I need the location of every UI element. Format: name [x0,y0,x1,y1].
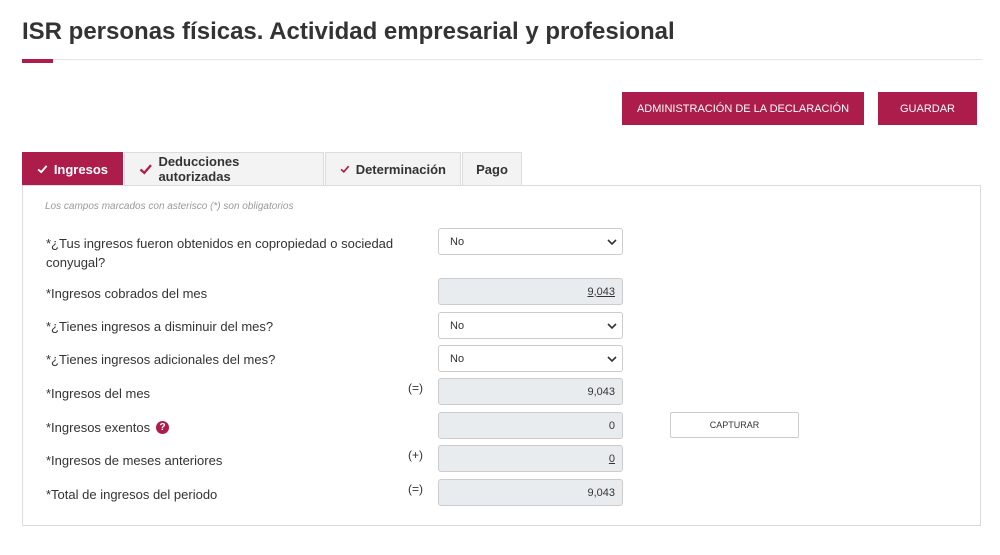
chevron-down-icon [607,356,617,363]
total-periodo-field: 9,043 [438,479,623,506]
tab-label: Determinación [355,161,446,177]
tab-ingresos[interactable]: Ingresos [22,152,123,185]
ingresos-mes-value: 9,043 [587,385,615,398]
ingresos-exentos-label: *Ingresos exentos? [46,418,170,437]
tab-label: Ingresos [53,161,108,177]
ingresos-cobrados-value: 9,043 [587,285,615,298]
tab-determinacion[interactable]: Determinación [325,152,461,185]
check-icon [37,165,48,174]
equals-operator: (=) [408,482,423,496]
page-title: ISR personas físicas. Actividad empresar… [22,18,675,45]
ingresos-mes-label: *Ingresos del mes [46,386,151,401]
total-periodo-label: *Total de ingresos del periodo [46,487,218,502]
ingresos-disminuir-select[interactable]: No [438,312,623,339]
chevron-down-icon [607,239,617,246]
required-fields-note: Los campos marcados con asterisco (*) so… [45,201,294,212]
ingresos-adicionales-select[interactable]: No [438,345,623,372]
chevron-down-icon [607,323,617,330]
tab-pago[interactable]: Pago [462,152,522,185]
tab-label: Deducciones autorizadas [158,154,240,184]
ingresos-disminuir-label: *¿Tienes ingresos a disminuir del mes? [46,319,274,334]
ingresos-exentos-field: 0 [438,412,623,439]
meses-anteriores-field[interactable]: 0 [438,445,623,472]
ingresos-adicionales-label: *¿Tienes ingresos adicionales del mes? [46,352,276,367]
ingresos-mes-field: 9,043 [438,378,623,405]
ingresos-exentos-text: *Ingresos exentos [46,420,151,435]
copropiedad-label-line1: *¿Tus ingresos fueron obtenidos en copro… [46,236,394,251]
total-periodo-value: 9,043 [587,486,615,499]
meses-anteriores-label: *Ingresos de meses anteriores [46,453,223,468]
tab-label: Pago [476,161,508,177]
administracion-declaracion-button[interactable]: ADMINISTRACIÓN DE LA DECLARACIÓN [622,92,864,125]
title-accent-bar [22,59,53,63]
check-icon [340,165,350,173]
copropiedad-label-line2: conyugal? [46,255,106,270]
meses-anteriores-value: 0 [608,452,615,465]
ingresos-disminuir-value: No [450,319,465,332]
title-divider [22,59,982,60]
ingresos-cobrados-label: *Ingresos cobrados del mes [46,286,208,301]
tab-bar: Ingresos Deducciones autorizadas Determi… [22,152,523,186]
copropiedad-select[interactable]: No [438,228,623,255]
ingresos-exentos-value: 0 [608,419,615,432]
guardar-button[interactable]: GUARDAR [878,92,977,125]
check-icon [139,164,152,175]
copropiedad-label: *¿Tus ingresos fueron obtenidos en copro… [46,234,393,272]
ingresos-adicionales-value: No [450,352,465,365]
copropiedad-value: No [450,235,465,248]
ingresos-cobrados-field[interactable]: 9,043 [438,278,623,305]
help-icon[interactable]: ? [156,421,170,435]
tab-deducciones-autorizadas[interactable]: Deducciones autorizadas [124,152,324,185]
equals-operator: (=) [408,381,423,395]
plus-operator: (+) [408,448,423,462]
capturar-button[interactable]: CAPTURAR [670,412,799,438]
